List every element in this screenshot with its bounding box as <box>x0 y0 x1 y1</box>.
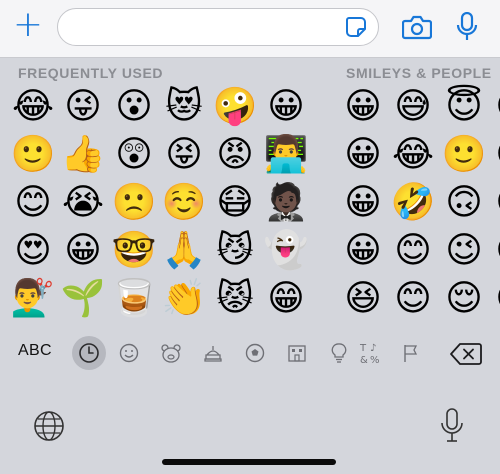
emoji-key[interactable]: 😌 <box>440 275 488 323</box>
emoji-key[interactable]: 😭 <box>59 179 107 227</box>
category-activity[interactable] <box>240 338 270 368</box>
microphone-icon[interactable] <box>456 12 478 42</box>
emoji-key[interactable]: 😲 <box>110 131 158 179</box>
camera-icon[interactable] <box>402 14 432 40</box>
emoji-key[interactable]: ☺️ <box>160 179 208 227</box>
bulb-icon <box>331 343 347 363</box>
emoji-key[interactable]: 😀 <box>339 131 387 179</box>
bear-icon <box>161 344 181 363</box>
emoji-key[interactable]: 😉 <box>440 227 488 275</box>
emoji-key[interactable]: 😇 <box>440 83 488 131</box>
emoji-key[interactable]: 😝 <box>160 131 208 179</box>
category-symbols[interactable]: T ♪ & % <box>356 338 386 368</box>
category-travel[interactable] <box>282 338 312 368</box>
svg-text:&: & <box>360 355 368 366</box>
emoji-key[interactable]: 👻 <box>262 227 310 275</box>
abc-keyboard-button[interactable]: ABC <box>18 342 52 360</box>
emoji-key[interactable]: 👨‍💻 <box>262 131 310 179</box>
emoji-key[interactable]: 🙂 <box>440 131 488 179</box>
keyboard-bottom-bar <box>0 374 500 474</box>
backspace-icon[interactable] <box>449 342 483 366</box>
category-recent[interactable] <box>72 336 106 370</box>
emoji-key[interactable]: 😻 <box>160 83 208 131</box>
emoji-key[interactable]: 👍 <box>59 131 107 179</box>
svg-text:♪: ♪ <box>370 343 376 354</box>
emoji-key[interactable]: 😮 <box>110 83 158 131</box>
emoji-key[interactable]: 🤓 <box>110 227 158 275</box>
smiley-icon <box>119 343 139 363</box>
emoji-key[interactable]: 😀 <box>262 83 310 131</box>
category-objects[interactable] <box>324 338 354 368</box>
emoji-key[interactable]: 😍 <box>9 227 57 275</box>
emoji-key[interactable]: 😍 <box>490 131 500 179</box>
smileys-people-label: SMILEYS & PEOPLE <box>346 65 492 81</box>
emoji-key[interactable]: 😜 <box>59 83 107 131</box>
emoji-key[interactable]: 🙏 <box>160 227 208 275</box>
globe-icon[interactable] <box>33 410 65 442</box>
emoji-key[interactable]: 😡 <box>211 131 259 179</box>
emoji-key[interactable]: 😚 <box>490 227 500 275</box>
emoji-key[interactable]: 😅 <box>389 83 437 131</box>
emoji-key[interactable]: 🙁 <box>110 179 158 227</box>
emoji-key[interactable]: 👏 <box>160 275 208 323</box>
composer-bar: + <box>0 0 500 58</box>
emoji-key[interactable]: 😀 <box>59 227 107 275</box>
category-smileys[interactable] <box>114 338 144 368</box>
add-attachment-button[interactable]: + <box>12 7 44 43</box>
frequently-used-label: FREQUENTLY USED <box>18 65 164 81</box>
emoji-key[interactable]: 😂 <box>9 83 57 131</box>
emoji-key[interactable]: 😛 <box>490 275 500 323</box>
emoji-key[interactable]: 😀 <box>339 179 387 227</box>
message-input[interactable] <box>57 8 379 46</box>
building-icon <box>288 345 306 362</box>
emoji-grid: 😂 😜 😮 😻 🤪 😀 🙂 👍 😲 😝 😡 👨‍💻 😊 😭 🙁 ☺️ 😷 🤵🏿 … <box>0 83 500 328</box>
home-indicator[interactable] <box>162 459 336 465</box>
emoji-key[interactable]: 😁 <box>262 275 310 323</box>
emoji-key[interactable]: 😀 <box>339 83 387 131</box>
sticker-icon[interactable] <box>345 16 367 38</box>
emoji-key[interactable]: 😆 <box>339 275 387 323</box>
category-flags[interactable] <box>396 338 426 368</box>
emoji-category-bar: ABC T ♪ & % <box>0 332 500 374</box>
dictation-microphone-icon[interactable] <box>440 408 464 444</box>
emoji-key[interactable]: 😼 <box>211 227 259 275</box>
emoji-key[interactable]: 🌱 <box>59 275 107 323</box>
emoji-key[interactable]: 😂 <box>389 131 437 179</box>
emoji-key[interactable]: 😉 <box>490 83 500 131</box>
emoji-key[interactable]: 🤣 <box>389 179 437 227</box>
svg-text:T: T <box>359 343 367 354</box>
emoji-key[interactable]: 😊 <box>9 179 57 227</box>
emoji-key[interactable]: 🙂 <box>9 131 57 179</box>
symbols-icon: T ♪ & % <box>359 343 380 366</box>
category-food[interactable] <box>198 338 228 368</box>
emoji-key[interactable]: 🤵🏿 <box>262 179 310 227</box>
emoji-key[interactable]: 😀 <box>339 227 387 275</box>
emoji-key[interactable]: 😘 <box>490 179 500 227</box>
emoji-key[interactable]: 🙃 <box>440 179 488 227</box>
emoji-key[interactable]: 😊 <box>389 275 437 323</box>
emoji-key[interactable]: 😾 <box>211 275 259 323</box>
food-icon <box>204 346 222 362</box>
emoji-key[interactable]: 😷 <box>211 179 259 227</box>
emoji-key[interactable]: 😊 <box>389 227 437 275</box>
emoji-key[interactable]: 💇‍♂️ <box>9 275 57 323</box>
flag-icon <box>404 345 418 362</box>
emoji-key[interactable]: 🤪 <box>211 83 259 131</box>
clock-icon <box>79 343 99 363</box>
ball-icon <box>245 343 265 363</box>
emoji-key[interactable]: 🥃 <box>110 275 158 323</box>
category-animals[interactable] <box>156 338 186 368</box>
svg-text:%: % <box>370 355 380 366</box>
